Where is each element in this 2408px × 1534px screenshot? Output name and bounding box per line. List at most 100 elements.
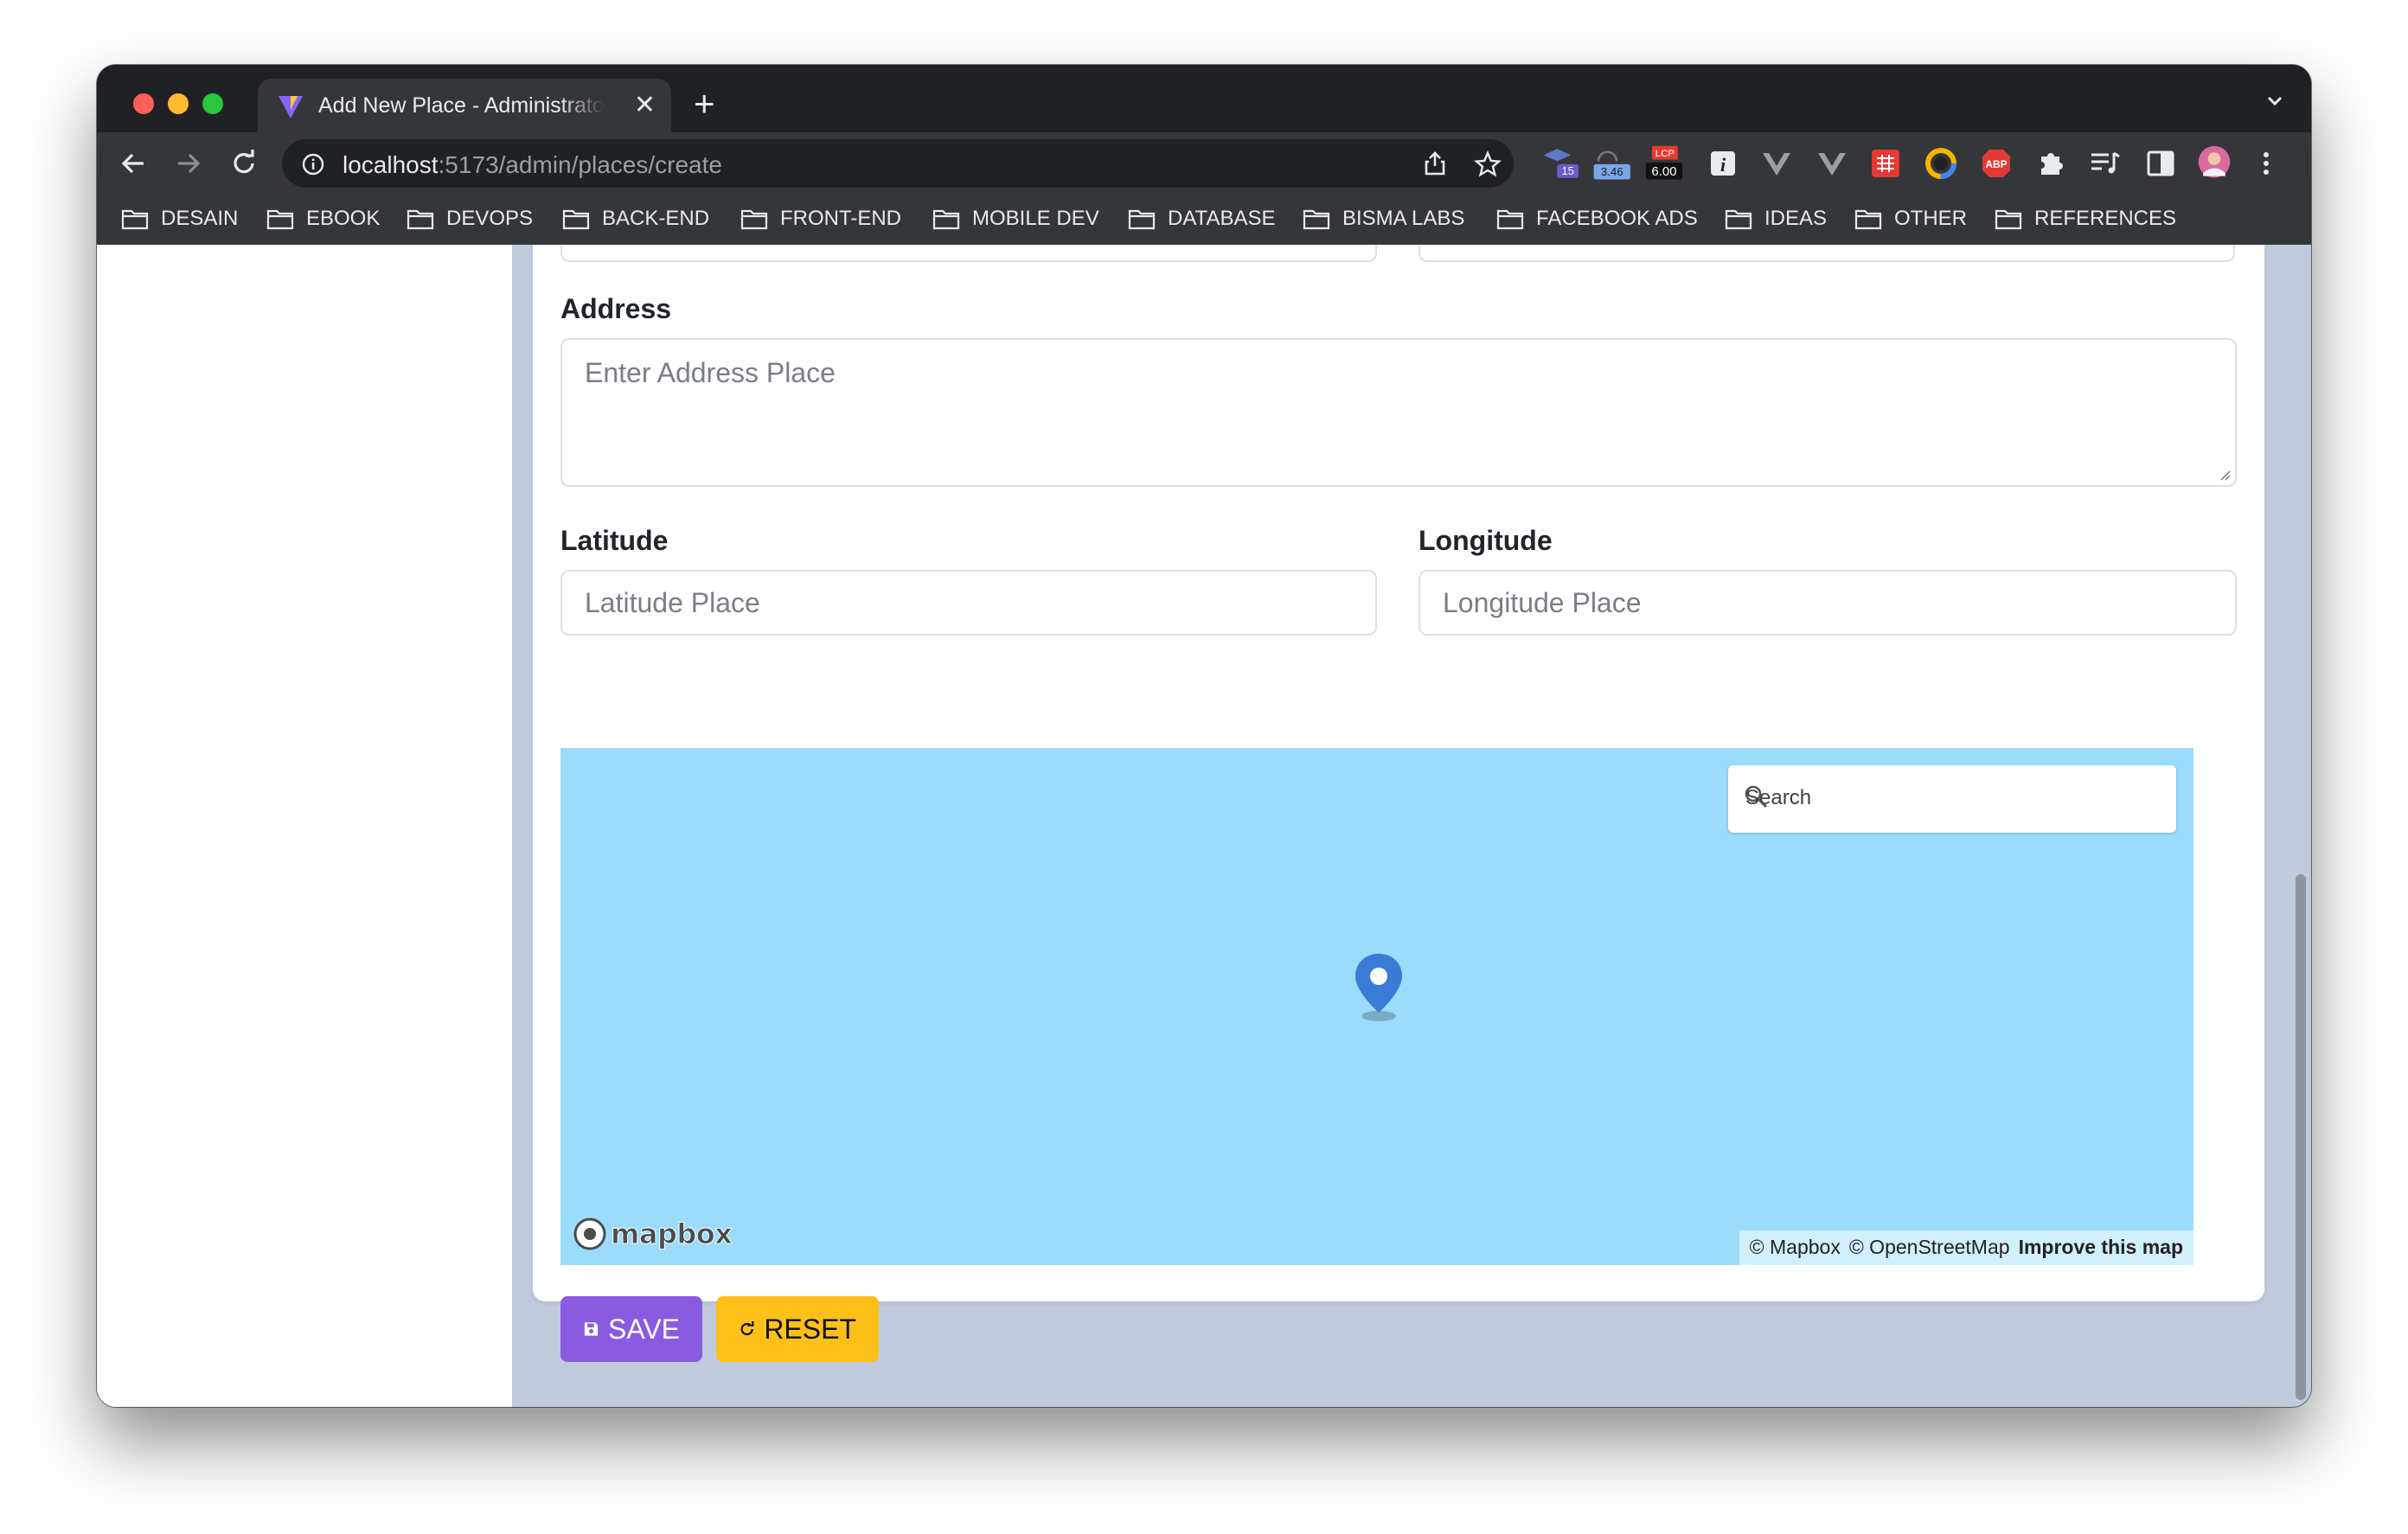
bookmark-folder-database[interactable]: DATABASE bbox=[1128, 207, 1275, 231]
previous-field-right[interactable] bbox=[1419, 245, 2235, 262]
extension-badge-346: 3.46 bbox=[1601, 165, 1623, 178]
lcp-label: LCP bbox=[1656, 149, 1675, 159]
folder-icon bbox=[407, 209, 434, 230]
browser-menu-icon[interactable] bbox=[2258, 144, 2275, 182]
map-attribution: © Mapbox © OpenStreetMap Improve this ma… bbox=[1739, 1230, 2193, 1265]
reset-button[interactable]: RESET bbox=[716, 1296, 879, 1362]
vue-devtools-2-icon[interactable] bbox=[1813, 144, 1851, 182]
bookmark-label: BACK-END bbox=[602, 207, 710, 230]
tab-search-chevron-icon[interactable] bbox=[2264, 91, 2285, 112]
tab-close-icon[interactable]: ✕ bbox=[634, 91, 656, 120]
tab-strip: Add New Place - Administrator ✕ + bbox=[97, 65, 2311, 132]
longitude-placeholder: Longitude Place bbox=[1443, 587, 1642, 618]
latitude-input[interactable]: Latitude Place bbox=[560, 570, 1377, 636]
bookmark-label: OTHER bbox=[1894, 207, 1967, 230]
resize-grip-icon[interactable] bbox=[2218, 468, 2232, 482]
tab-active[interactable]: Add New Place - Administrator ✕ bbox=[258, 79, 671, 132]
folder-icon bbox=[1725, 209, 1752, 230]
map-search-input[interactable]: Search bbox=[1728, 765, 2176, 833]
admin-sidebar bbox=[97, 245, 512, 1407]
map-search-placeholder: Search bbox=[1745, 786, 1812, 809]
lcp-extension-icon[interactable]: LCP 6.00 bbox=[1642, 144, 1687, 182]
mapbox-logo[interactable]: mapbox bbox=[573, 1217, 733, 1251]
info-extension-icon[interactable]: i bbox=[1704, 144, 1742, 182]
minimize-window-button[interactable] bbox=[168, 93, 189, 114]
bookmark-label: DATABASE bbox=[1168, 207, 1276, 230]
bookmark-star-icon[interactable] bbox=[1474, 150, 1502, 178]
folder-icon bbox=[1128, 209, 1156, 230]
vite-favicon-icon bbox=[279, 96, 303, 118]
bookmarks-bar: DESAIN EBOOK DEVOPS BACK-END FRONT-END M… bbox=[97, 195, 2311, 245]
folder-icon bbox=[932, 209, 960, 230]
address-textarea[interactable]: Enter Address Place bbox=[560, 338, 2237, 487]
bookmark-folder-ebook[interactable]: EBOOK bbox=[266, 207, 380, 231]
adblock-plus-icon[interactable]: ABP bbox=[1977, 144, 2015, 182]
share-icon[interactable] bbox=[1422, 150, 1448, 176]
latitude-placeholder: Latitude Place bbox=[585, 587, 760, 618]
bookmark-folder-desain[interactable]: DESAIN bbox=[121, 207, 238, 231]
lcp-value: 6.00 bbox=[1651, 164, 1676, 179]
improve-map-link[interactable]: Improve this map bbox=[2019, 1236, 2183, 1265]
close-window-button[interactable] bbox=[133, 93, 154, 114]
folder-icon bbox=[562, 209, 590, 230]
side-panel-icon[interactable] bbox=[2142, 144, 2180, 182]
floppy-disk-icon bbox=[584, 1322, 599, 1336]
forward-arrow-icon[interactable] bbox=[173, 148, 204, 179]
bookmark-folder-back-end[interactable]: BACK-END bbox=[562, 207, 709, 231]
grid-extension-icon[interactable] bbox=[1867, 144, 1905, 182]
folder-icon bbox=[1854, 209, 1882, 230]
bookmark-label: FRONT-END bbox=[780, 207, 901, 230]
bookmark-folder-references[interactable]: REFERENCES bbox=[1995, 207, 2176, 231]
url-text: localhost:5173/admin/places/create bbox=[343, 151, 722, 178]
bookmark-label: REFERENCES bbox=[2034, 207, 2177, 230]
previous-field-left[interactable] bbox=[560, 245, 1377, 262]
bookmark-folder-ideas[interactable]: IDEAS bbox=[1725, 207, 1827, 231]
bookmark-label: DESAIN bbox=[161, 207, 239, 230]
bookmark-folder-front-end[interactable]: FRONT-END bbox=[740, 207, 901, 231]
vue-devtools-icon[interactable] bbox=[1758, 144, 1796, 182]
save-button[interactable]: SAVE bbox=[560, 1296, 702, 1362]
bookmark-folder-devops[interactable]: DEVOPS bbox=[407, 207, 533, 231]
new-tab-button[interactable]: + bbox=[694, 86, 715, 122]
bookmark-label: IDEAS bbox=[1764, 207, 1828, 230]
bookmark-folder-other[interactable]: OTHER bbox=[1854, 207, 1967, 231]
folder-icon bbox=[121, 209, 149, 230]
attribution-osm-link[interactable]: © OpenStreetMap bbox=[1849, 1236, 2010, 1265]
maximize-window-button[interactable] bbox=[202, 93, 223, 114]
reload-icon[interactable] bbox=[228, 148, 259, 179]
reset-label: RESET bbox=[764, 1313, 856, 1345]
folder-icon bbox=[1995, 209, 2022, 230]
longitude-input[interactable]: Longitude Place bbox=[1419, 570, 2237, 636]
address-placeholder: Enter Address Place bbox=[585, 357, 836, 388]
graduation-cap-extension-icon[interactable]: 15 bbox=[1538, 144, 1581, 182]
back-arrow-icon[interactable] bbox=[118, 148, 149, 179]
mapbox-logo-text: mapbox bbox=[610, 1218, 733, 1251]
site-info-icon[interactable] bbox=[301, 152, 325, 176]
extensions-puzzle-icon[interactable] bbox=[2033, 144, 2071, 182]
color-picker-extension-icon[interactable] bbox=[1922, 144, 1960, 182]
bookmark-folder-facebook-ads[interactable]: FACEBOOK ADS bbox=[1496, 207, 1698, 231]
tab-title: Add New Place - Administrator bbox=[318, 93, 604, 118]
mapbox-logo-icon bbox=[573, 1218, 606, 1250]
longitude-label: Longitude bbox=[1419, 525, 1553, 556]
browser-window: Add New Place - Administrator ✕ + localh… bbox=[97, 65, 2311, 1407]
map-pin-icon[interactable] bbox=[1351, 950, 1406, 1025]
save-label: SAVE bbox=[608, 1313, 680, 1345]
bookmark-folder-bisma-labs[interactable]: BISMA LABS bbox=[1303, 207, 1464, 231]
attribution-mapbox-link[interactable]: © Mapbox bbox=[1750, 1236, 1841, 1265]
speed-extension-icon[interactable]: 3.46 bbox=[1586, 144, 1635, 182]
reading-list-icon[interactable] bbox=[2086, 144, 2124, 182]
mapbox-map[interactable]: Search mapbox © Mapbox © OpenStreetMap I… bbox=[560, 748, 2193, 1265]
browser-toolbar: localhost:5173/admin/places/create 15 3.… bbox=[97, 132, 2311, 195]
bookmark-label: EBOOK bbox=[306, 207, 381, 230]
redo-icon bbox=[740, 1320, 754, 1336]
page-scrollbar[interactable] bbox=[2290, 245, 2311, 1407]
address-bar[interactable]: localhost:5173/admin/places/create bbox=[282, 139, 1514, 188]
latitude-label: Latitude bbox=[560, 525, 669, 556]
folder-icon bbox=[740, 209, 768, 230]
svg-text:i: i bbox=[1720, 154, 1726, 176]
bookmark-folder-mobile-dev[interactable]: MOBILE DEV bbox=[932, 207, 1099, 231]
folder-icon bbox=[266, 209, 294, 230]
profile-avatar[interactable] bbox=[2193, 144, 2235, 182]
scrollbar-thumb[interactable] bbox=[2296, 874, 2306, 1400]
